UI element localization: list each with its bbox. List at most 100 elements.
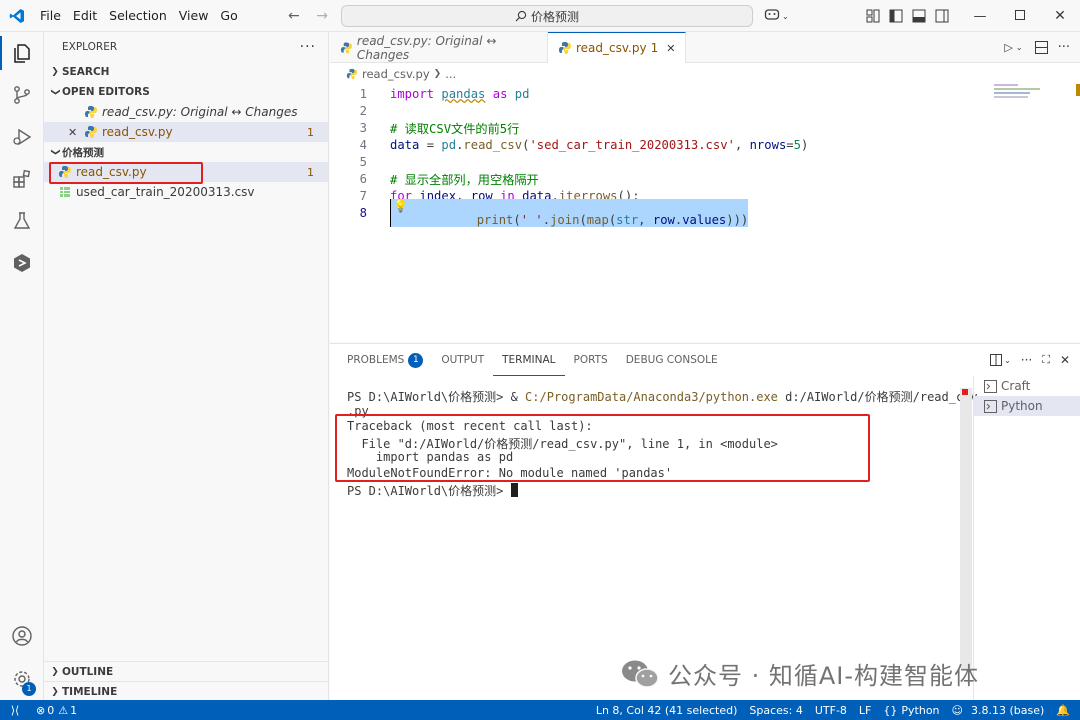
terminal-scrollbar[interactable] [960,388,972,668]
search-icon [515,10,527,22]
language-mode[interactable]: {} Python [877,704,945,717]
chevron-down-icon[interactable]: ⌄ [1004,356,1011,365]
timeline-section[interactable]: ❯ TIMELINE [44,681,329,701]
forward-arrow-icon[interactable]: → [316,8,328,24]
toggle-panel-icon[interactable] [912,9,926,23]
code-line: 3 # 读取CSV文件的前5行 [359,120,520,136]
python-file-icon [85,106,97,118]
tab-diff[interactable]: read_csv.py: Original ↔ Changes [330,32,548,63]
minimize-icon[interactable]: — [960,9,1000,24]
notifications-icon[interactable]: 🔔 [1050,704,1080,717]
search-section[interactable]: ❯ SEARCH [44,62,328,82]
source-control-icon[interactable] [0,74,44,116]
breadcrumb-rest[interactable]: ... [445,67,456,81]
remote-icon[interactable]: ⟩⟨ [0,703,30,717]
wechat-logo-icon [622,660,659,688]
tab-ports[interactable]: PORTS [565,344,617,376]
terminal-icon [984,379,997,393]
folder-section[interactable]: ❯ 价格预测 [44,142,328,162]
command-center-label: 价格预测 [530,9,579,24]
file-used-car-csv[interactable]: used_car_train_20200313.csv [44,182,328,202]
open-editor-diff[interactable]: read_csv.py: Original ↔ Changes [44,102,328,122]
file-read-csv[interactable]: read_csv.py 1 [44,162,328,182]
outline-section[interactable]: ❯ OUTLINE [44,661,329,681]
code-editor[interactable]: 1 import pandas as pd 2 3 # 读取CSV文件的前5行 … [330,85,1080,227]
extensions-icon[interactable] [0,158,44,200]
breadcrumb-file[interactable]: read_csv.py [362,67,430,81]
menu-view[interactable]: View [173,8,215,23]
problems-status[interactable]: ⊗ 0 ⚠ 1 [30,704,83,717]
python-file-icon [340,41,352,54]
close-panel-icon[interactable]: ✕ [1060,353,1070,367]
scrollbar-marker [1076,84,1080,96]
minimap[interactable] [994,84,1054,98]
encoding[interactable]: UTF-8 [809,704,853,717]
warning-icon: ⚠ [58,703,69,717]
run-python-icon[interactable]: ▷ [1004,41,1012,54]
menu-go[interactable]: Go [214,8,243,23]
copilot-icon[interactable] [764,7,780,25]
tab-debug-console[interactable]: DEBUG CONSOLE [617,344,727,376]
terminal-icon [984,399,997,413]
code-line: 4 data = pd.read_csv('sed_car_train_2020… [359,137,809,152]
cursor-position[interactable]: Ln 8, Col 42 (41 selected) [590,704,744,717]
editor-area: read_csv.py: Original ↔ Changes read_csv… [330,32,1080,342]
menu-file[interactable]: File [34,8,67,23]
code-line: 2 [359,103,367,118]
split-editor-icon[interactable] [1034,41,1048,54]
maximize-panel-icon[interactable]: ⛶ [1042,353,1050,367]
terminal-line: ModuleNotFoundError: No module named 'pa… [347,465,673,480]
editor-tabs: read_csv.py: Original ↔ Changes read_csv… [330,32,1080,63]
breadcrumb: read_csv.py ❯ ... [330,63,1080,85]
open-editors-section[interactable]: ❯ OPEN EDITORS [44,82,328,102]
vscode-logo-icon [0,8,34,24]
terminal-sessions: Craft Python [973,376,1080,701]
terminal-prompt: PS D:\AIWorld\价格预测> [347,482,978,498]
customize-layout-icon[interactable] [866,9,880,23]
split-terminal-icon[interactable] [990,354,1003,366]
close-window-icon[interactable]: ✕ [1040,8,1080,24]
python-interpreter[interactable]: ☺ 3.8.13 (base) [946,704,1051,717]
lightbulb-icon[interactable]: 💡 [393,199,408,213]
activity-bar: 1 [0,32,44,700]
status-bar: ⟩⟨ ⊗ 0 ⚠ 1 Ln 8, Col 42 (41 selected) Spac… [0,700,1080,720]
toggle-sidebar-icon[interactable] [889,9,903,23]
indentation[interactable]: Spaces: 4 [743,704,808,717]
line-ending[interactable]: LF [853,704,877,717]
terminal-line: .py [347,403,369,418]
panel-tabs: PROBLEMS 1 OUTPUT TERMINAL PORTS DEBUG CO… [330,344,1080,376]
chevron-down-icon[interactable]: ⌄ [782,12,789,21]
close-tab-icon[interactable]: ✕ [666,42,675,55]
chevron-down-icon: ❯ [50,148,60,156]
menu-selection[interactable]: Selection [103,8,173,23]
problems-badge: 1 [408,352,424,368]
run-debug-icon[interactable] [0,116,44,158]
toggle-secondary-sidebar-icon[interactable] [935,9,949,23]
back-arrow-icon[interactable]: ← [288,8,300,24]
tab-terminal[interactable]: TERMINAL [493,344,565,376]
extension-cube-icon[interactable] [0,242,44,284]
command-center-search[interactable]: 价格预测 [341,5,753,27]
terminal-output[interactable]: PS D:\AIWorld\价格预测> & C:/ProgramData/Ana… [347,388,978,498]
more-actions-icon[interactable]: ··· [300,39,316,55]
more-actions-icon[interactable]: ··· [1021,353,1032,367]
menu-edit[interactable]: Edit [67,8,103,23]
manage-gear-icon[interactable]: 1 [0,658,44,700]
testing-icon[interactable] [0,200,44,242]
open-editor-read-csv[interactable]: ✕ read_csv.py 1 [44,122,328,142]
tab-output[interactable]: OUTPUT [432,344,493,376]
code-line: 1 import pandas as pd [359,86,530,101]
close-icon[interactable]: ✕ [68,126,84,139]
more-actions-icon[interactable]: ··· [1058,40,1070,55]
python-file-icon [559,42,571,54]
explorer-icon[interactable] [0,32,44,74]
tab-problems[interactable]: PROBLEMS 1 [338,344,432,376]
manage-badge: 1 [22,682,36,696]
code-line: 8 💡 print(' '.join(map(str, row.values))) [359,198,749,227]
terminal-session-python[interactable]: Python [974,396,1080,416]
terminal-session-craft[interactable]: Craft [974,376,1080,396]
tab-read-csv[interactable]: read_csv.py 1 ✕ [548,32,687,63]
maximize-icon[interactable] [1000,9,1040,23]
accounts-icon[interactable] [0,615,44,657]
chevron-down-icon[interactable]: ⌄ [1016,43,1023,52]
